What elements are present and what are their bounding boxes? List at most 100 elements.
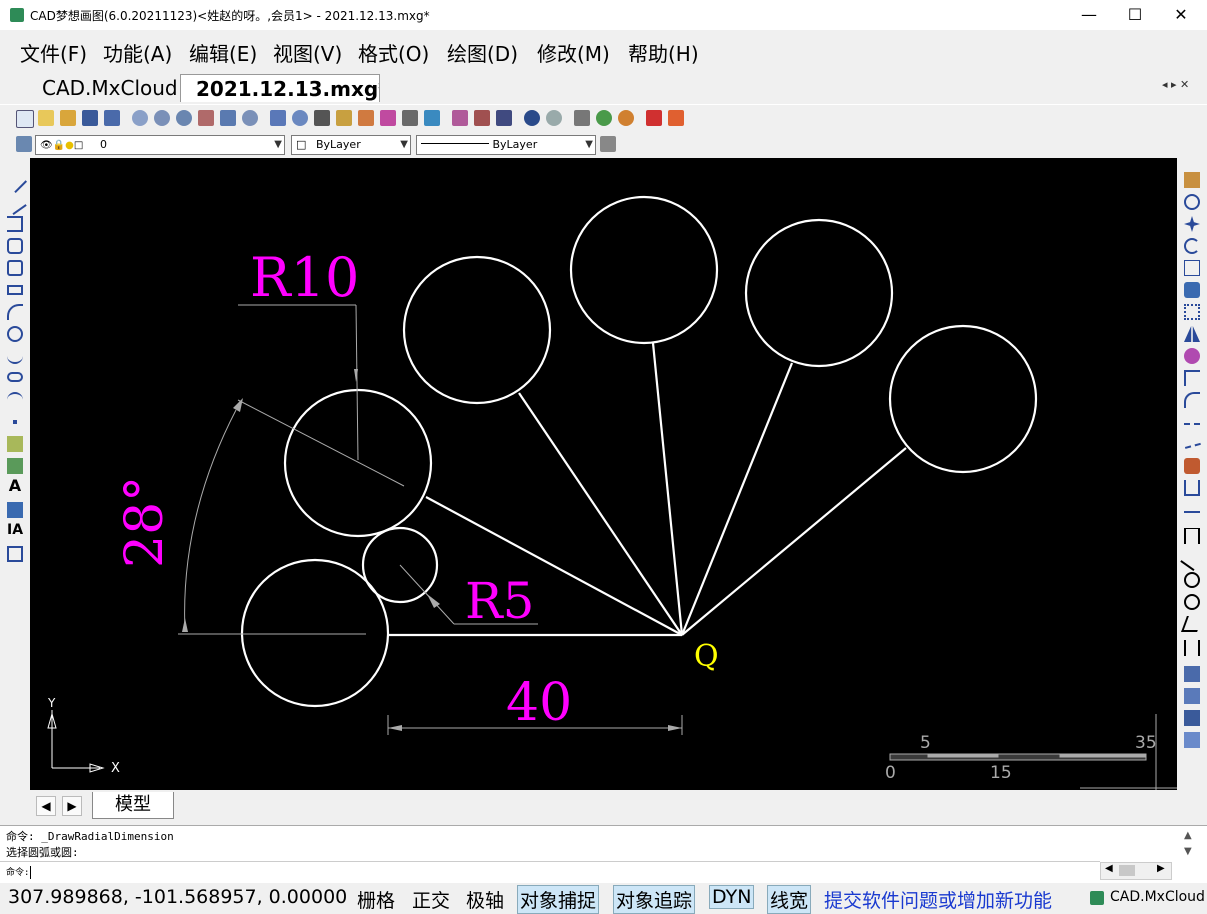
menu-draw[interactable]: 绘图(D) [447, 38, 518, 67]
arc-icon[interactable] [7, 304, 23, 320]
dim-baseline-icon[interactable] [1184, 640, 1200, 656]
table-icon[interactable] [7, 546, 23, 562]
color-combo[interactable]: □ ByLayer ▼ [291, 135, 411, 155]
circle-upper-2[interactable] [569, 195, 719, 345]
render-icon[interactable] [618, 110, 634, 126]
join-icon[interactable] [1184, 504, 1200, 513]
point-icon[interactable] [13, 420, 17, 424]
redo-icon[interactable] [546, 110, 562, 126]
line-to-upper-2[interactable] [651, 342, 684, 636]
hatch-icon[interactable] [7, 502, 23, 518]
zoom-in-icon[interactable] [176, 110, 192, 126]
array-icon[interactable] [1184, 304, 1200, 320]
new-file-icon[interactable] [16, 110, 34, 128]
toggle-otrack[interactable]: 对象追踪 [613, 885, 696, 914]
line-to-upper-1[interactable] [518, 392, 683, 636]
line-to-upper-3[interactable] [680, 362, 794, 636]
grid-palette-icon[interactable] [452, 110, 468, 126]
layer-4-icon[interactable] [1184, 732, 1200, 748]
toggle-osnap[interactable]: 对象捕捉 [517, 885, 600, 914]
zoom-extents-icon[interactable] [242, 110, 258, 126]
toggle-grid[interactable]: 栅格 [357, 886, 395, 913]
tab-nav-controls[interactable]: ◂ ▸ ✕ [1162, 78, 1189, 91]
menu-file[interactable]: 文件(F) [20, 38, 87, 67]
toggle-dyn[interactable]: DYN [709, 885, 755, 909]
offset-icon[interactable] [1184, 282, 1200, 298]
rectangle-icon[interactable] [7, 285, 23, 295]
zoom-realtime-icon[interactable] [292, 110, 308, 126]
save-all-icon[interactable] [104, 110, 120, 126]
block-insert-icon[interactable] [7, 436, 23, 452]
tools-icon[interactable] [474, 110, 490, 126]
mtext-icon[interactable]: IA [7, 522, 23, 538]
circle-upper-4[interactable] [888, 324, 1038, 474]
zoom-out-icon[interactable] [154, 110, 170, 126]
dim-radius-icon[interactable] [1184, 572, 1200, 588]
ellipse-icon[interactable] [7, 372, 23, 382]
feedback-link[interactable]: 提交软件问题或增加新功能 [824, 886, 1052, 913]
scroll-down-icon[interactable]: ▼ [1184, 846, 1192, 857]
scale-icon[interactable] [1184, 260, 1200, 276]
block-make-icon[interactable] [7, 458, 23, 474]
layout-next-button[interactable]: ▶ [62, 796, 82, 816]
layer-1-icon[interactable] [1184, 666, 1200, 682]
pentagon-icon[interactable] [7, 260, 23, 276]
polygon-icon[interactable] [7, 238, 23, 254]
linetype-combo[interactable]: ByLayer ▼ [416, 135, 596, 155]
toggle-polar[interactable]: 极轴 [466, 886, 504, 913]
explode-icon[interactable] [1184, 458, 1200, 474]
polyline-icon[interactable] [7, 216, 23, 232]
toggle-ortho[interactable]: 正交 [412, 886, 450, 913]
undo-icon[interactable] [524, 110, 540, 126]
menu-format[interactable]: 格式(O) [358, 38, 429, 67]
layer-3-icon[interactable] [1184, 710, 1200, 726]
layer-manager-icon[interactable] [16, 136, 32, 152]
pdf-icon[interactable] [646, 110, 662, 126]
ucs-icon[interactable] [220, 110, 236, 126]
menu-view[interactable]: 视图(V) [273, 38, 342, 67]
export-image-icon[interactable] [668, 110, 684, 126]
match-properties-icon[interactable] [402, 110, 418, 126]
scroll-left-icon[interactable]: ◀ [1105, 863, 1113, 874]
spline-icon[interactable] [7, 348, 23, 364]
layout-prev-button[interactable]: ◀ [36, 796, 56, 816]
brush-icon[interactable] [358, 110, 374, 126]
tab-model[interactable]: 模型 [92, 792, 174, 819]
line-icon[interactable] [2, 168, 28, 194]
save-icon[interactable] [82, 110, 98, 126]
scroll-thumb[interactable] [1119, 865, 1135, 876]
open-recent-icon[interactable] [60, 110, 76, 126]
lineweight-icon[interactable] [600, 136, 616, 152]
circle-r10[interactable] [283, 388, 433, 538]
extend-icon[interactable] [1183, 436, 1201, 449]
dim-aligned-icon[interactable] [1180, 547, 1204, 571]
menu-edit[interactable]: 编辑(E) [189, 38, 257, 67]
fillet-icon[interactable] [1184, 370, 1200, 386]
maximize-button[interactable]: ☐ [1112, 0, 1158, 30]
tab-active-drawing[interactable]: 2021.12.13.mxg* [180, 74, 380, 102]
circle-icon[interactable] [7, 326, 23, 342]
properties-icon[interactable] [496, 110, 512, 126]
scroll-right-icon[interactable]: ▶ [1157, 863, 1165, 874]
image-icon[interactable] [424, 110, 440, 126]
layer-combo[interactable]: 👁🔒●□ 0 ▼ [35, 135, 285, 155]
text-icon[interactable]: A [7, 478, 23, 494]
circle-upper-1[interactable] [402, 255, 552, 405]
menu-modify[interactable]: 修改(M) [537, 38, 610, 67]
dim-angular-icon[interactable] [1181, 616, 1203, 632]
menu-help[interactable]: 帮助(H) [628, 38, 699, 67]
rotate-icon[interactable] [1184, 238, 1200, 254]
ellipse-arc-icon[interactable] [7, 392, 23, 408]
dim-diameter-icon[interactable] [1184, 594, 1200, 610]
move-icon[interactable] [1184, 216, 1200, 232]
line-to-upper-4[interactable] [681, 447, 907, 636]
trim-icon[interactable] [1184, 416, 1200, 425]
ray-icon[interactable] [3, 191, 27, 215]
layers-color-icon[interactable] [380, 110, 396, 126]
circle-upper-3[interactable] [744, 218, 894, 368]
globe-icon[interactable] [596, 110, 612, 126]
print-icon[interactable] [574, 110, 590, 126]
horizontal-scrollbar[interactable]: ◀ ▶ [1100, 862, 1172, 880]
tab-cad-mxcloud[interactable]: CAD.MxCloud [28, 74, 188, 102]
drawing-canvas[interactable]: R10 R5 28° 40 Q Y X 5 35 0 15 [30, 158, 1177, 790]
